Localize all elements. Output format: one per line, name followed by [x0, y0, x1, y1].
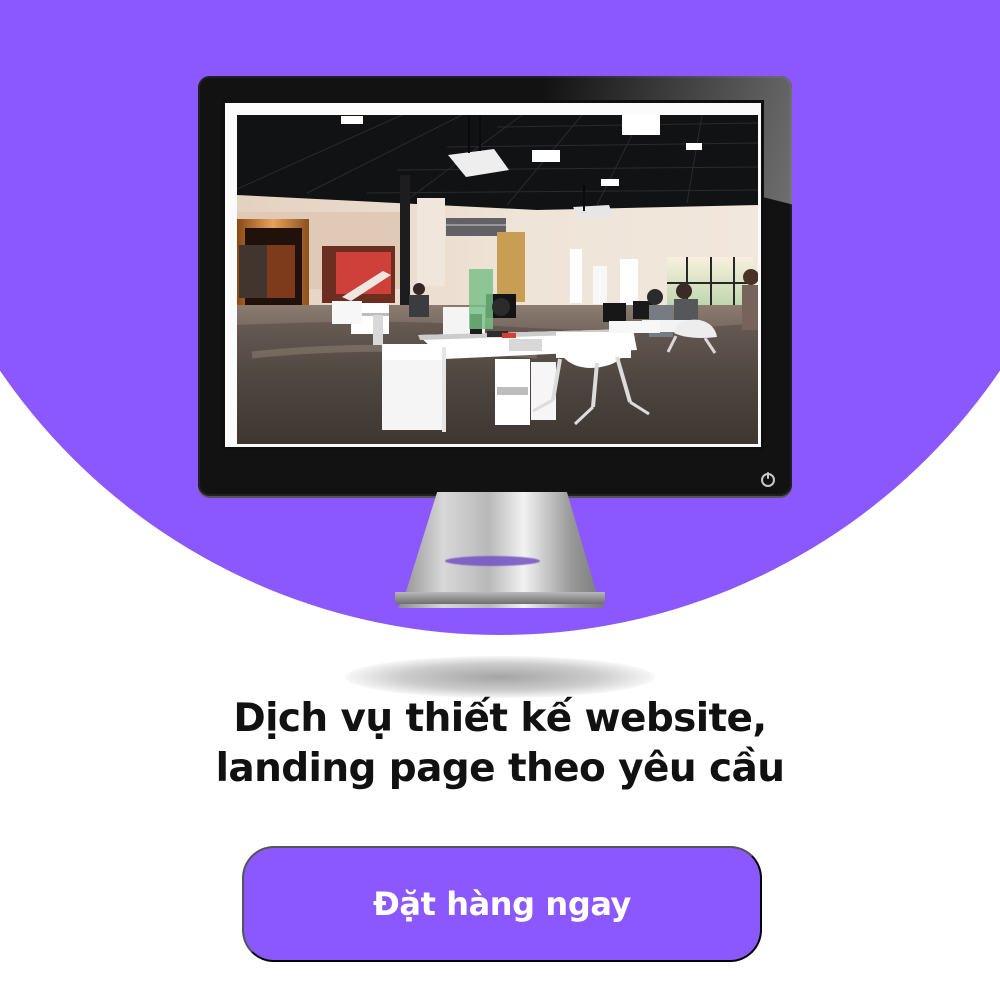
monitor-screen	[222, 100, 764, 450]
power-icon	[761, 472, 775, 487]
page-title-line-1: Dịch vụ thiết kế website,	[233, 696, 767, 741]
page-title-line-2: landing page theo yêu cầu	[215, 746, 785, 791]
office-photo	[237, 115, 758, 444]
monitor-stand-shadow	[445, 556, 540, 566]
promo-page: Dịch vụ thiết kế website, landing page t…	[0, 0, 1000, 1000]
monitor-stand-base	[395, 592, 605, 604]
order-now-button[interactable]: Đặt hàng ngay	[242, 846, 762, 962]
page-title: Dịch vụ thiết kế website, landing page t…	[120, 694, 880, 794]
monitor-shadow	[345, 656, 655, 698]
desktop-monitor	[198, 76, 792, 496]
